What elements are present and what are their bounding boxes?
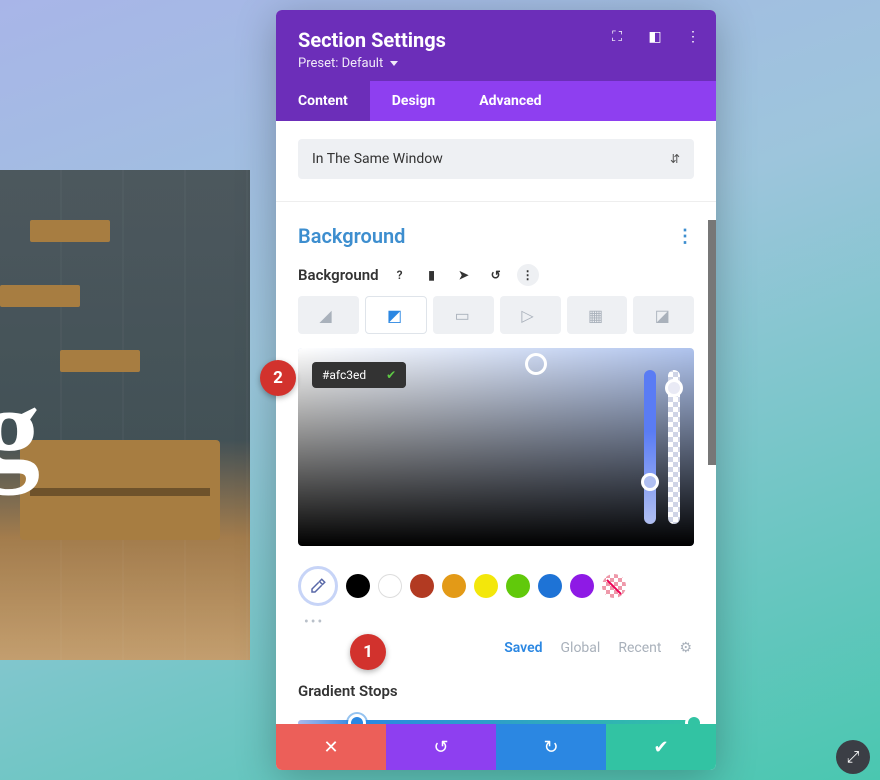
- select-caret-icon: ⇵: [670, 152, 680, 166]
- scrollbar-thumb[interactable]: [708, 220, 716, 465]
- link-target-value: In The Same Window: [312, 151, 443, 167]
- swatch[interactable]: [442, 574, 466, 598]
- alpha-thumb[interactable]: [665, 379, 683, 397]
- hex-input[interactable]: #afc3ed ✔: [312, 362, 406, 388]
- bg-tab-gradient[interactable]: ◩: [365, 296, 428, 334]
- panel-body[interactable]: In The Same Window ⇵ Background ⋮ Backgr…: [276, 121, 716, 724]
- annotation-callout-1: 1: [350, 634, 386, 670]
- background-type-tabs: ◢ ◩ ▭ ▷ ▦ ◪: [276, 296, 716, 344]
- tab-content[interactable]: Content: [276, 81, 370, 121]
- reset-icon[interactable]: ↺: [485, 264, 507, 286]
- swatch[interactable]: [538, 574, 562, 598]
- undo-button[interactable]: ↺: [386, 724, 496, 770]
- link-target-select[interactable]: In The Same Window ⇵: [298, 139, 694, 179]
- swatch[interactable]: [378, 574, 402, 598]
- preset-label: Preset: Default: [298, 56, 383, 71]
- field-label: Background: [298, 266, 379, 284]
- photo-shelf: [60, 350, 140, 372]
- swatch[interactable]: [570, 574, 594, 598]
- preset-selector[interactable]: Preset: Default: [298, 56, 694, 71]
- swatch[interactable]: [506, 574, 530, 598]
- alpha-slider[interactable]: [668, 370, 680, 524]
- palette-mode-global[interactable]: Global: [561, 640, 601, 656]
- more-swatches[interactable]: •••: [276, 610, 716, 630]
- hue-thumb[interactable]: [641, 473, 659, 491]
- resize-handle[interactable]: ⤢: [836, 740, 870, 774]
- hex-value: #afc3ed: [312, 362, 376, 388]
- panel-header: Section Settings Preset: Default ⛶ ◧ ⋮: [276, 10, 716, 81]
- photo-overlay-letter: g: [0, 360, 40, 498]
- bg-tab-pattern[interactable]: ▦: [567, 296, 628, 334]
- panel-footer: ✕ ↺ ↻ ✔: [276, 724, 716, 770]
- tab-advanced[interactable]: Advanced: [457, 81, 563, 121]
- page-preview-photo: g: [0, 170, 250, 660]
- panel-tabs: Content Design Advanced: [276, 81, 716, 121]
- photo-furniture: [20, 440, 220, 540]
- help-icon[interactable]: ?: [389, 264, 411, 286]
- redo-button[interactable]: ↻: [496, 724, 606, 770]
- photo-shelf: [0, 285, 80, 307]
- eyedropper-button[interactable]: [298, 566, 338, 606]
- palette-mode-row: Saved Global Recent ⚙: [276, 630, 716, 656]
- fullscreen-icon[interactable]: ⛶: [608, 28, 626, 46]
- gradient-track[interactable]: [298, 720, 694, 724]
- swatch-transparent[interactable]: [602, 574, 626, 598]
- hover-icon[interactable]: ➤: [453, 264, 475, 286]
- swatch[interactable]: [346, 574, 370, 598]
- swatch[interactable]: [410, 574, 434, 598]
- section-heading[interactable]: Background: [298, 224, 405, 248]
- bg-tab-color[interactable]: ◢: [298, 296, 359, 334]
- chevron-down-icon: [390, 61, 398, 66]
- picker-cursor[interactable]: [525, 353, 547, 375]
- hue-slider[interactable]: [644, 370, 656, 524]
- swatch-row: [276, 556, 716, 610]
- palette-settings-icon[interactable]: ⚙: [679, 640, 692, 656]
- device-icon[interactable]: ▮: [421, 264, 443, 286]
- kebab-menu-icon[interactable]: ⋮: [684, 28, 702, 46]
- gradient-stop[interactable]: [685, 714, 703, 724]
- photo-shelf: [30, 220, 110, 242]
- palette-mode-recent[interactable]: Recent: [618, 640, 661, 656]
- section-menu-icon[interactable]: ⋮: [676, 226, 694, 247]
- gradient-stops-label: Gradient Stops: [276, 656, 716, 706]
- cancel-button[interactable]: ✕: [276, 724, 386, 770]
- color-picker-canvas[interactable]: #afc3ed ✔: [298, 348, 694, 546]
- swatch[interactable]: [474, 574, 498, 598]
- gradient-stop[interactable]: [348, 714, 366, 724]
- tab-design[interactable]: Design: [370, 81, 457, 121]
- bg-tab-mask[interactable]: ◪: [633, 296, 694, 334]
- bg-tab-image[interactable]: ▭: [433, 296, 494, 334]
- hex-confirm-icon[interactable]: ✔: [376, 362, 406, 388]
- dock-icon[interactable]: ◧: [646, 28, 664, 46]
- settings-panel: Section Settings Preset: Default ⛶ ◧ ⋮ C…: [276, 10, 716, 770]
- palette-mode-saved[interactable]: Saved: [504, 640, 542, 656]
- annotation-callout-2: 2: [260, 360, 296, 396]
- bg-tab-video[interactable]: ▷: [500, 296, 561, 334]
- save-button[interactable]: ✔: [606, 724, 716, 770]
- field-menu-icon[interactable]: ⋮: [517, 264, 539, 286]
